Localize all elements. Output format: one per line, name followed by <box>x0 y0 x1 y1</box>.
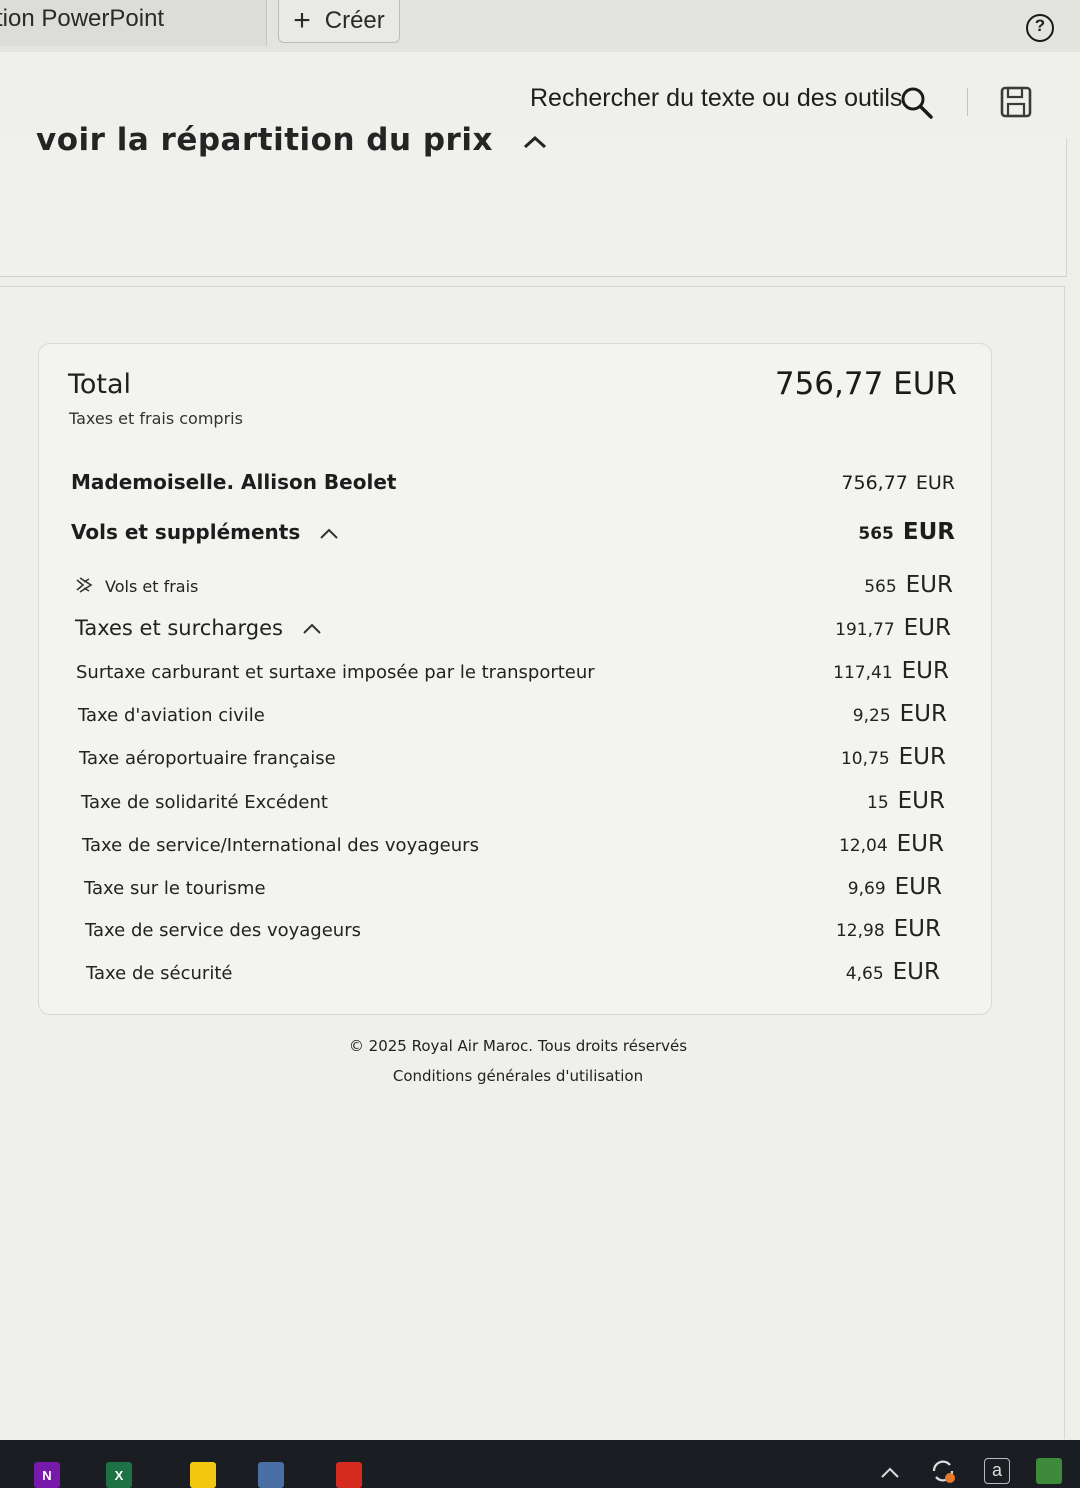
help-icon[interactable]: ? <box>1026 14 1054 42</box>
tax-line-amount: 12,04 EUR <box>838 831 944 857</box>
create-button[interactable]: + Créer <box>278 0 400 43</box>
sync-icon[interactable] <box>928 1456 958 1486</box>
search-tools-field[interactable]: Rechercher du texte ou des outils <box>530 84 902 113</box>
flights-section-row[interactable]: Vols et suppléments 565 EUR <box>71 519 955 545</box>
tax-line-label: Surtaxe carburant et surtaxe imposée par… <box>76 662 595 683</box>
price-breakdown-heading: voir la répartition du prix <box>36 122 493 158</box>
tax-line-label: Taxe de service/International des voyage… <box>82 835 479 856</box>
tax-line-label: Taxe d'aviation civile <box>78 705 265 726</box>
tax-line-row: Taxe aéroportuaire française 10,75 EUR <box>79 744 946 770</box>
taxes-section-amount: 191,77 EUR <box>835 615 951 641</box>
chevron-up-icon <box>524 135 547 148</box>
tax-line-row: Taxe sur le tourisme 9,69 EUR <box>84 874 942 900</box>
chevron-up-icon <box>303 623 321 634</box>
snipping-tool-icon[interactable] <box>258 1462 284 1488</box>
input-indicator-icon[interactable]: a <box>984 1458 1010 1484</box>
footer-copyright: © 2025 Royal Air Maroc. Tous droits rése… <box>348 1037 688 1055</box>
flights-fees-label: Vols et frais <box>75 576 198 596</box>
tax-line-row: Taxe d'aviation civile 9,25 EUR <box>78 701 947 727</box>
passenger-amount: 756,77 EUR <box>841 472 955 494</box>
plus-icon: + <box>293 4 311 37</box>
save-icon[interactable] <box>1000 86 1032 118</box>
passenger-name: Mademoiselle. Allison Beolet <box>71 470 397 494</box>
price-breakdown-toggle[interactable]: voir la répartition du prix <box>36 122 548 158</box>
tax-line-label: Taxe de sécurité <box>86 963 233 984</box>
powerbi-icon[interactable] <box>190 1462 216 1488</box>
tax-line-amount: 15 EUR <box>867 788 945 814</box>
taskbar: N X a <box>0 1440 1080 1488</box>
tax-line-amount: 4,65 EUR <box>845 959 940 985</box>
tax-line-row: Surtaxe carburant et surtaxe imposée par… <box>76 658 949 684</box>
tax-line-row: Taxe de solidarité Excédent 15 EUR <box>81 788 945 814</box>
tax-line-label: Taxe de solidarité Excédent <box>81 792 328 813</box>
flights-fees-amount: 565 EUR <box>864 572 953 598</box>
taxes-section-label: Taxes et surcharges <box>75 616 323 640</box>
create-button-label: Créer <box>324 7 385 34</box>
tax-line-row: Taxe de service/International des voyage… <box>82 831 944 857</box>
total-subtitle: Taxes et frais compris <box>69 409 243 428</box>
powerpoint-tab-label: tion PowerPoint <box>0 5 165 32</box>
excel-icon[interactable]: X <box>106 1462 132 1488</box>
tax-line-amount: 117,41 EUR <box>833 658 949 684</box>
page-upper-section: voir la répartition du prix <box>0 122 1067 277</box>
tax-line-amount: 9,69 EUR <box>847 874 942 900</box>
price-card: Total Taxes et frais compris 756,77 EUR … <box>38 343 992 1015</box>
tax-line-label: Taxe sur le tourisme <box>84 878 266 899</box>
tax-line-amount: 10,75 EUR <box>840 744 946 770</box>
search-icon[interactable] <box>900 86 934 120</box>
page-lower-section: Total Taxes et frais compris 756,77 EUR … <box>0 286 1065 1439</box>
onenote-icon[interactable]: N <box>34 1462 60 1488</box>
total-amount: 756,77 EUR <box>774 366 957 402</box>
acrobat-icon[interactable] <box>336 1462 362 1488</box>
flights-section-label: Vols et suppléments <box>71 520 340 544</box>
tax-line-row: Taxe de service des voyageurs 12,98 EUR <box>85 916 941 942</box>
total-label: Total <box>68 369 132 400</box>
flights-fees-row: Vols et frais 565 EUR <box>75 572 953 598</box>
flights-section-amount: 565 EUR <box>858 519 955 545</box>
tray-app-icon[interactable] <box>1036 1458 1062 1484</box>
show-hidden-icons-icon[interactable] <box>880 1466 900 1480</box>
passenger-row: Mademoiselle. Allison Beolet 756,77 EUR <box>71 470 955 494</box>
taxes-section-row[interactable]: Taxes et surcharges 191,77 EUR <box>75 615 951 641</box>
tax-line-label: Taxe de service des voyageurs <box>85 920 361 941</box>
tax-line-row: Taxe de sécurité 4,65 EUR <box>86 959 940 985</box>
tax-line-amount: 9,25 EUR <box>852 701 947 727</box>
app-tab-bar: tion PowerPoint + Créer ? <box>0 0 1080 52</box>
toolbar-divider <box>967 88 968 116</box>
tax-line-amount: 12,98 EUR <box>835 916 941 942</box>
tax-line-label: Taxe aéroportuaire française <box>79 748 336 769</box>
terms-link[interactable]: Conditions générales d'utilisation <box>0 1067 1036 1085</box>
powerpoint-tab[interactable]: tion PowerPoint <box>0 0 267 46</box>
chevron-up-icon <box>320 528 338 539</box>
plane-icon <box>76 577 93 593</box>
